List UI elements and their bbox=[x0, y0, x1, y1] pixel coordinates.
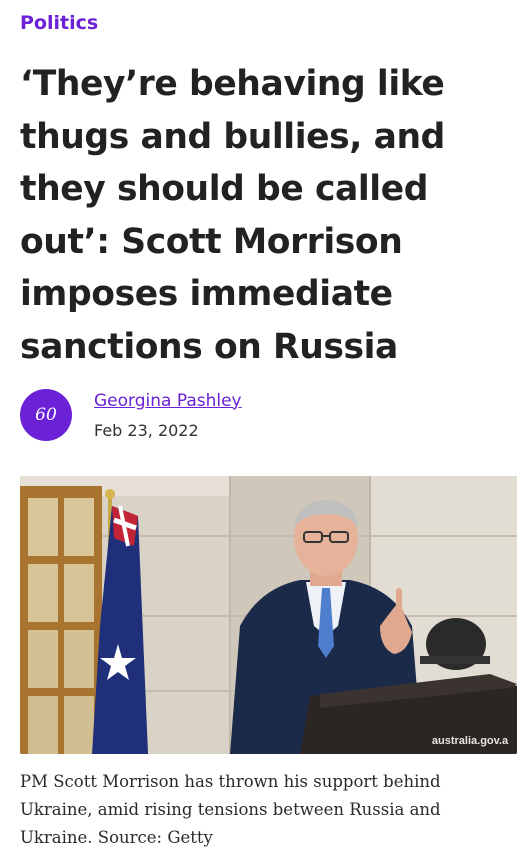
author-avatar[interactable]: 60 bbox=[20, 389, 72, 441]
photo-watermark: australia.gov.a bbox=[432, 735, 509, 747]
avatar-text: 60 bbox=[35, 405, 57, 425]
article-photo: australia.gov.a bbox=[20, 476, 517, 754]
article-page: Politics ‘They’re behaving like thugs an… bbox=[0, 0, 526, 865]
byline-text: Georgina Pashley Feb 23, 2022 bbox=[94, 391, 242, 440]
photo-illustration: australia.gov.a bbox=[20, 476, 517, 754]
publish-date: Feb 23, 2022 bbox=[94, 420, 199, 440]
byline: 60 Georgina Pashley Feb 23, 2022 bbox=[20, 386, 242, 444]
image-caption: PM Scott Morrison has thrown his support… bbox=[20, 772, 441, 847]
author-link[interactable]: Georgina Pashley bbox=[94, 391, 242, 411]
category-link[interactable]: Politics bbox=[20, 12, 98, 34]
article-headline: ‘They’re behaving like thugs and bullies… bbox=[20, 64, 445, 367]
